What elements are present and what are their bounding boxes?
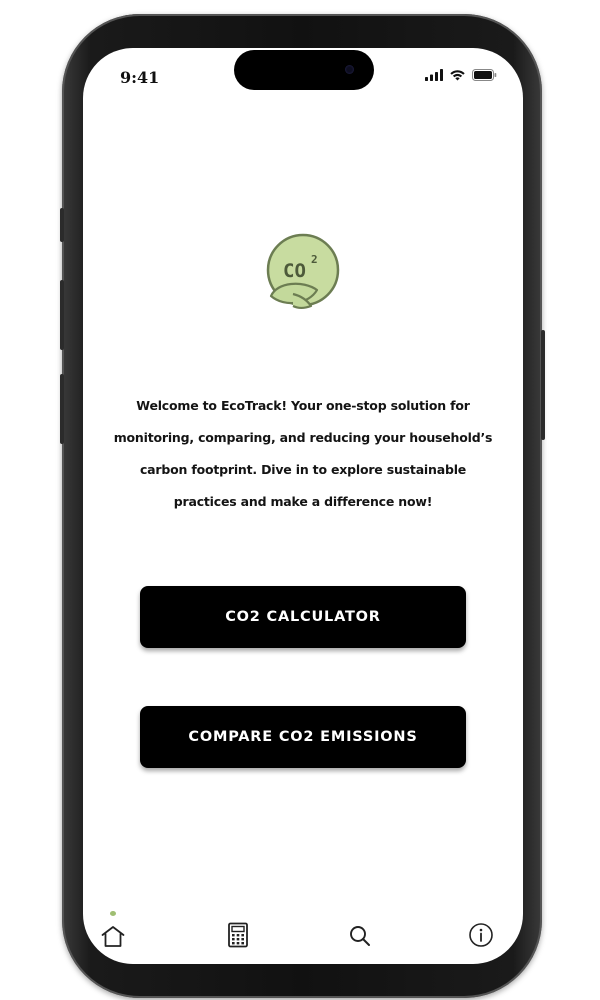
status-icons xyxy=(425,68,497,82)
power-button xyxy=(541,330,545,440)
info-icon xyxy=(469,923,493,947)
tab-calculator[interactable] xyxy=(220,908,256,948)
wifi-icon xyxy=(449,66,466,85)
app-screen: 9:41 CO 2 Welcome to EcoTrack! Your one-… xyxy=(83,48,523,964)
co2-logo: CO 2 xyxy=(263,230,343,314)
tab-home[interactable] xyxy=(95,908,131,948)
co2-calculator-button[interactable]: CO2 CALCULATOR xyxy=(140,586,466,648)
active-tab-indicator xyxy=(110,911,116,916)
front-camera xyxy=(345,65,354,74)
bottom-tab-bar xyxy=(83,908,523,952)
home-icon xyxy=(101,926,125,947)
battery-icon xyxy=(472,66,497,85)
cellular-signal-icon xyxy=(425,66,443,85)
action-button xyxy=(60,208,64,242)
dynamic-island xyxy=(234,50,374,90)
co2-leaf-icon: CO 2 xyxy=(266,233,340,309)
tab-info[interactable] xyxy=(463,908,499,948)
co2-logo-superscript: 2 xyxy=(311,253,318,266)
welcome-text: Welcome to EcoTrack! Your one-stop solut… xyxy=(113,398,493,509)
status-time: 9:41 xyxy=(120,68,160,87)
volume-down-button xyxy=(60,374,64,444)
compare-co2-emissions-button[interactable]: COMPARE CO2 EMISSIONS xyxy=(140,706,466,768)
volume-up-button xyxy=(60,280,64,350)
calculator-icon xyxy=(228,922,248,948)
search-icon xyxy=(350,926,370,946)
tab-search[interactable] xyxy=(342,908,378,948)
co2-logo-text: CO xyxy=(283,260,306,282)
